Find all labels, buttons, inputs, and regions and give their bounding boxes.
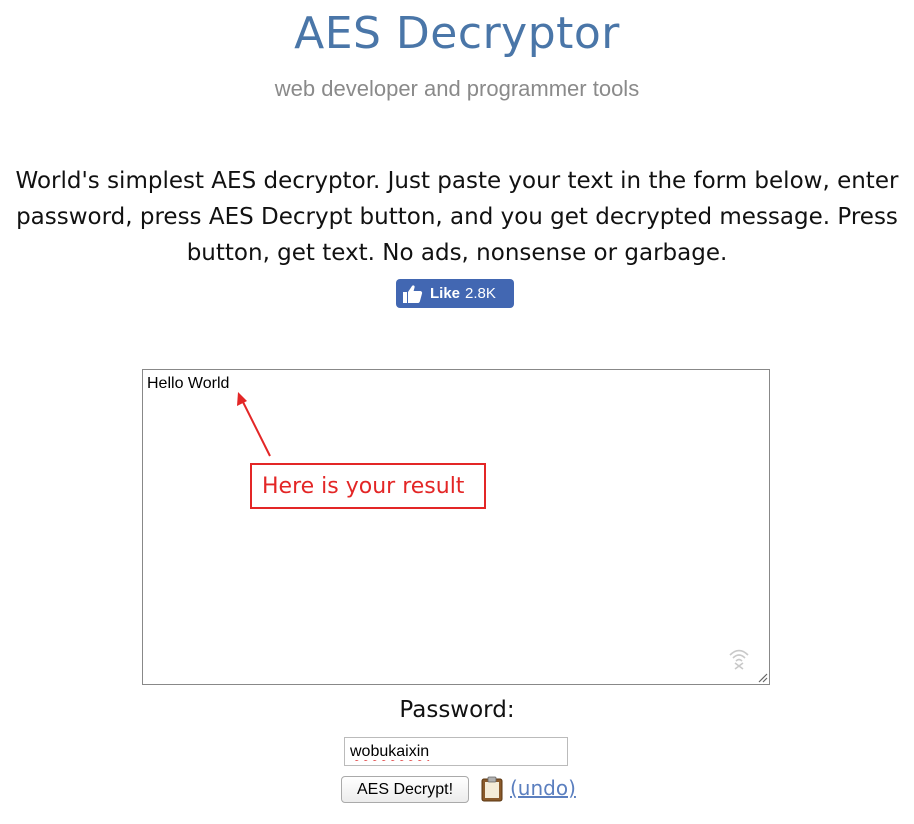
password-label: Password: — [399, 697, 515, 723]
aes-decrypt-button[interactable]: AES Decrypt! — [341, 776, 469, 803]
password-input[interactable] — [344, 737, 568, 766]
resize-handle-icon[interactable] — [756, 671, 768, 683]
page-subtitle: web developer and programmer tools — [274, 76, 640, 101]
facebook-like-button[interactable]: Like 2.8K — [396, 279, 514, 308]
annotation-callout: Here is your result — [250, 463, 486, 509]
like-count: 2.8K — [465, 285, 496, 302]
page-title: AES Decryptor — [294, 8, 620, 59]
thumbs-up-icon — [403, 284, 423, 303]
like-label: Like — [430, 285, 461, 302]
annotation-arrow — [237, 392, 271, 457]
wifi-icon — [729, 649, 749, 670]
undo-link[interactable]: (undo) — [510, 776, 576, 800]
intro-text: World's simplest AES decryptor. Just pas… — [15, 168, 899, 266]
clipboard-icon[interactable] — [480, 776, 504, 802]
